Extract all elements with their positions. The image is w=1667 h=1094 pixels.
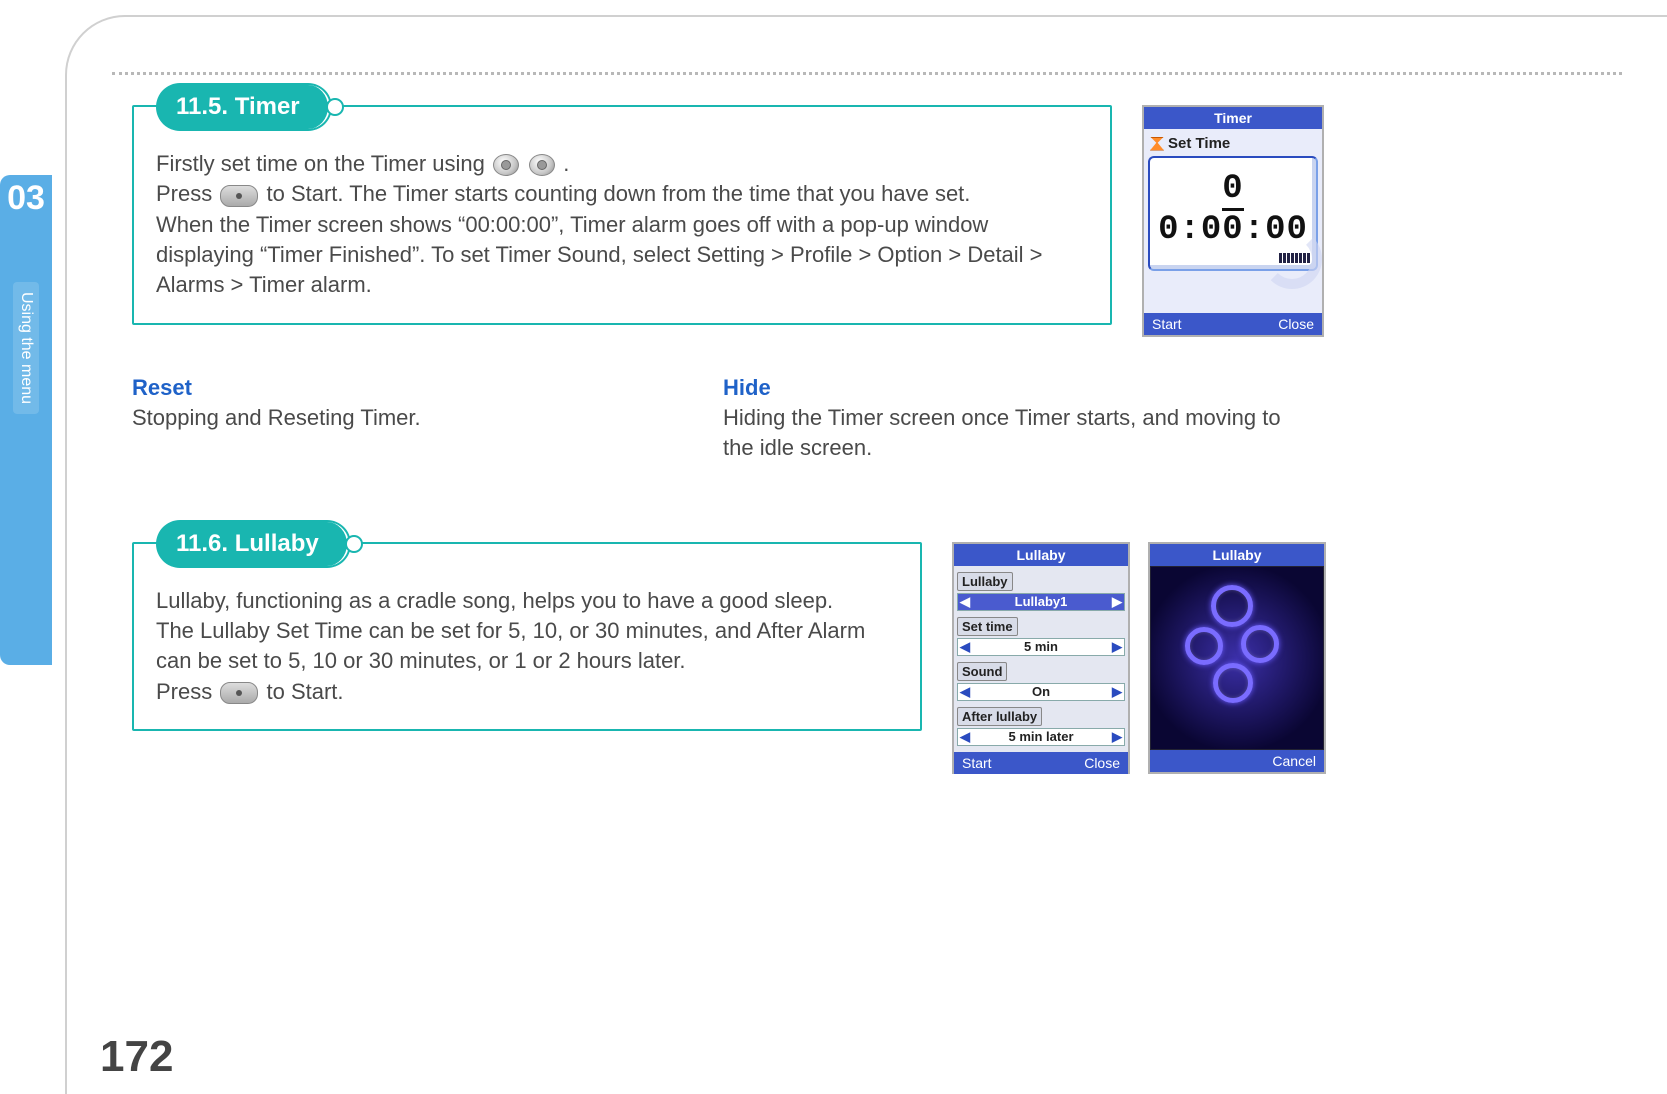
arrow-left-icon[interactable]: ◀ <box>958 594 972 610</box>
lullaby1-softkeys: Start Close <box>954 752 1128 774</box>
lullaby1-softkey-close[interactable]: Close <box>1084 755 1120 771</box>
timer-softkeys: Start Close <box>1144 313 1322 335</box>
lullaby-line3b: to Start. <box>266 679 343 704</box>
lullaby-screenshots: Lullaby Lullaby ◀ Lullaby1 ▶ Set time ◀ … <box>952 542 1326 774</box>
timer-body: Firstly set time on the Timer using . Pr… <box>156 149 1092 301</box>
ring-icon <box>1213 663 1253 703</box>
arrow-right-icon[interactable]: ▶ <box>1110 639 1124 655</box>
timer-line3: When the Timer screen shows “00:00:00”, … <box>156 212 1043 298</box>
timer-line2b: to Start. The Timer starts counting down… <box>266 181 970 206</box>
lullaby2-softkey-cancel[interactable]: Cancel <box>1272 753 1316 769</box>
timer-bg-swirl-icon <box>1262 229 1322 289</box>
val-lullaby: Lullaby1 <box>972 594 1110 609</box>
val-settime: 5 min <box>972 639 1110 654</box>
reset-body: Stopping and Reseting Timer. <box>132 403 691 433</box>
side-tab: 03 Using the menu <box>0 175 52 665</box>
selector-sound[interactable]: ◀ On ▶ <box>957 683 1125 701</box>
lullaby-box: 11.6. Lullaby Lullaby, functioning as a … <box>132 542 922 731</box>
ring-icon <box>1241 625 1279 663</box>
arrow-left-icon[interactable]: ◀ <box>958 639 972 655</box>
timer-set-time-row: Set Time <box>1148 133 1318 156</box>
lullaby-line3a: Press <box>156 679 218 704</box>
page-number: 172 <box>100 1032 173 1082</box>
val-sound: On <box>972 684 1110 699</box>
field-lullaby-label: Lullaby <box>957 572 1013 591</box>
timer-screen-title: Timer <box>1144 107 1322 129</box>
page-frame: 11.5. Timer Firstly set time on the Time… <box>65 15 1667 1094</box>
timer-line1b: . <box>563 151 569 176</box>
arrow-right-icon[interactable]: ▶ <box>1110 594 1124 610</box>
selector-after[interactable]: ◀ 5 min later ▶ <box>957 728 1125 746</box>
section-heading-timer: 11.5. Timer <box>158 85 330 129</box>
lullaby1-softkey-start[interactable]: Start <box>962 755 992 771</box>
arrow-right-icon[interactable]: ▶ <box>1110 684 1124 700</box>
lullaby-body: Lullaby, functioning as a cradle song, h… <box>156 586 902 707</box>
lullaby-screenshot-1: Lullaby Lullaby ◀ Lullaby1 ▶ Set time ◀ … <box>952 542 1130 774</box>
section-heading-lullaby: 11.6. Lullaby <box>158 522 349 566</box>
lullaby2-title: Lullaby <box>1150 544 1324 566</box>
ring-icon <box>1185 627 1223 665</box>
hide-col: Hide Hiding the Timer screen once Timer … <box>723 375 1282 464</box>
lullaby1-body: Lullaby ◀ Lullaby1 ▶ Set time ◀ 5 min ▶ … <box>954 566 1128 752</box>
chapter-title: Using the menu <box>13 282 39 414</box>
timer-box: 11.5. Timer Firstly set time on the Time… <box>132 105 1112 325</box>
selector-settime[interactable]: ◀ 5 min ▶ <box>957 638 1125 656</box>
selector-lullaby[interactable]: ◀ Lullaby1 ▶ <box>957 593 1125 611</box>
hourglass-icon <box>1150 137 1164 151</box>
wheel-right-icon <box>529 154 555 176</box>
dpad-icon-2 <box>220 682 258 704</box>
reset-col: Reset Stopping and Reseting Timer. <box>132 375 691 464</box>
timer-screenshot: Timer Set Time 00:00:00 Start Close <box>1142 105 1324 337</box>
timer-line2a: Press <box>156 181 218 206</box>
lullaby1-title: Lullaby <box>954 544 1128 566</box>
timer-line1a: Firstly set time on the Timer using <box>156 151 491 176</box>
arrow-right-icon[interactable]: ▶ <box>1110 729 1124 745</box>
lullaby-line2: The Lullaby Set Time can be set for 5, 1… <box>156 618 865 673</box>
section-lullaby: 11.6. Lullaby Lullaby, functioning as a … <box>132 542 1622 774</box>
wheel-left-icon <box>493 154 519 176</box>
reset-hide-row: Reset Stopping and Reseting Timer. Hide … <box>132 375 1282 464</box>
chapter-number: 03 <box>7 179 45 218</box>
field-sound-label: Sound <box>957 662 1007 681</box>
ring-icon <box>1211 585 1253 627</box>
timer-softkey-start[interactable]: Start <box>1152 316 1182 332</box>
dotted-separator <box>112 72 1622 75</box>
field-settime-label: Set time <box>957 617 1018 636</box>
timer-softkey-close[interactable]: Close <box>1278 316 1314 332</box>
dpad-icon <box>220 185 258 207</box>
arrow-left-icon[interactable]: ◀ <box>958 684 972 700</box>
hide-body: Hiding the Timer screen once Timer start… <box>723 403 1282 464</box>
timer-set-time-label: Set Time <box>1168 135 1230 152</box>
field-after-label: After lullaby <box>957 707 1042 726</box>
val-after: 5 min later <box>972 729 1110 744</box>
section-timer: 11.5. Timer Firstly set time on the Time… <box>132 105 1622 337</box>
timer-screen-body: Set Time 00:00:00 <box>1144 129 1322 313</box>
arrow-left-icon[interactable]: ◀ <box>958 729 972 745</box>
lullaby2-softkeys: Cancel <box>1150 750 1324 772</box>
reset-heading: Reset <box>132 375 691 401</box>
lullaby-visualizer <box>1150 566 1324 750</box>
lullaby-line1: Lullaby, functioning as a cradle song, h… <box>156 588 833 613</box>
hide-heading: Hide <box>723 375 1282 401</box>
lullaby-screenshot-2: Lullaby Cancel <box>1148 542 1326 774</box>
